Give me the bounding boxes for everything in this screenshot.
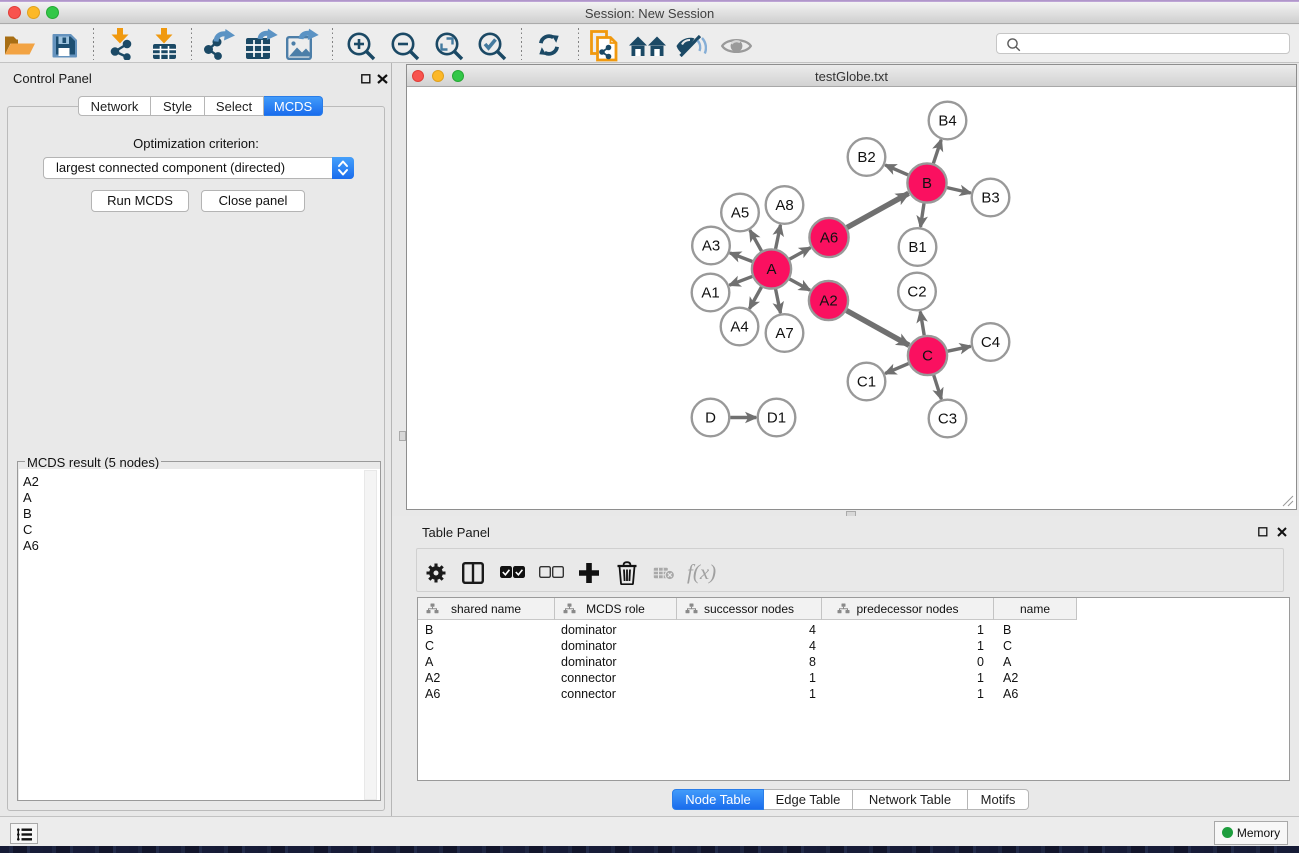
svg-text:C1: C1 — [857, 374, 876, 391]
svg-text:D1: D1 — [767, 410, 786, 427]
svg-text:A5: A5 — [731, 205, 749, 222]
svg-text:B1: B1 — [908, 239, 926, 256]
svg-text:B3: B3 — [981, 190, 999, 207]
svg-text:A: A — [766, 261, 776, 278]
svg-text:B2: B2 — [857, 149, 875, 166]
svg-text:D: D — [705, 410, 716, 427]
svg-text:A8: A8 — [775, 197, 793, 214]
svg-text:C3: C3 — [938, 411, 957, 428]
svg-text:A2: A2 — [819, 293, 837, 310]
svg-text:B: B — [922, 175, 932, 192]
svg-text:A4: A4 — [730, 319, 748, 336]
svg-text:A7: A7 — [775, 325, 793, 342]
svg-text:A6: A6 — [820, 230, 838, 247]
svg-text:C4: C4 — [981, 334, 1000, 351]
svg-text:A1: A1 — [701, 285, 719, 302]
svg-text:C2: C2 — [907, 284, 926, 301]
svg-text:A3: A3 — [702, 238, 720, 255]
svg-text:B4: B4 — [938, 113, 956, 130]
svg-text:C: C — [922, 348, 933, 365]
